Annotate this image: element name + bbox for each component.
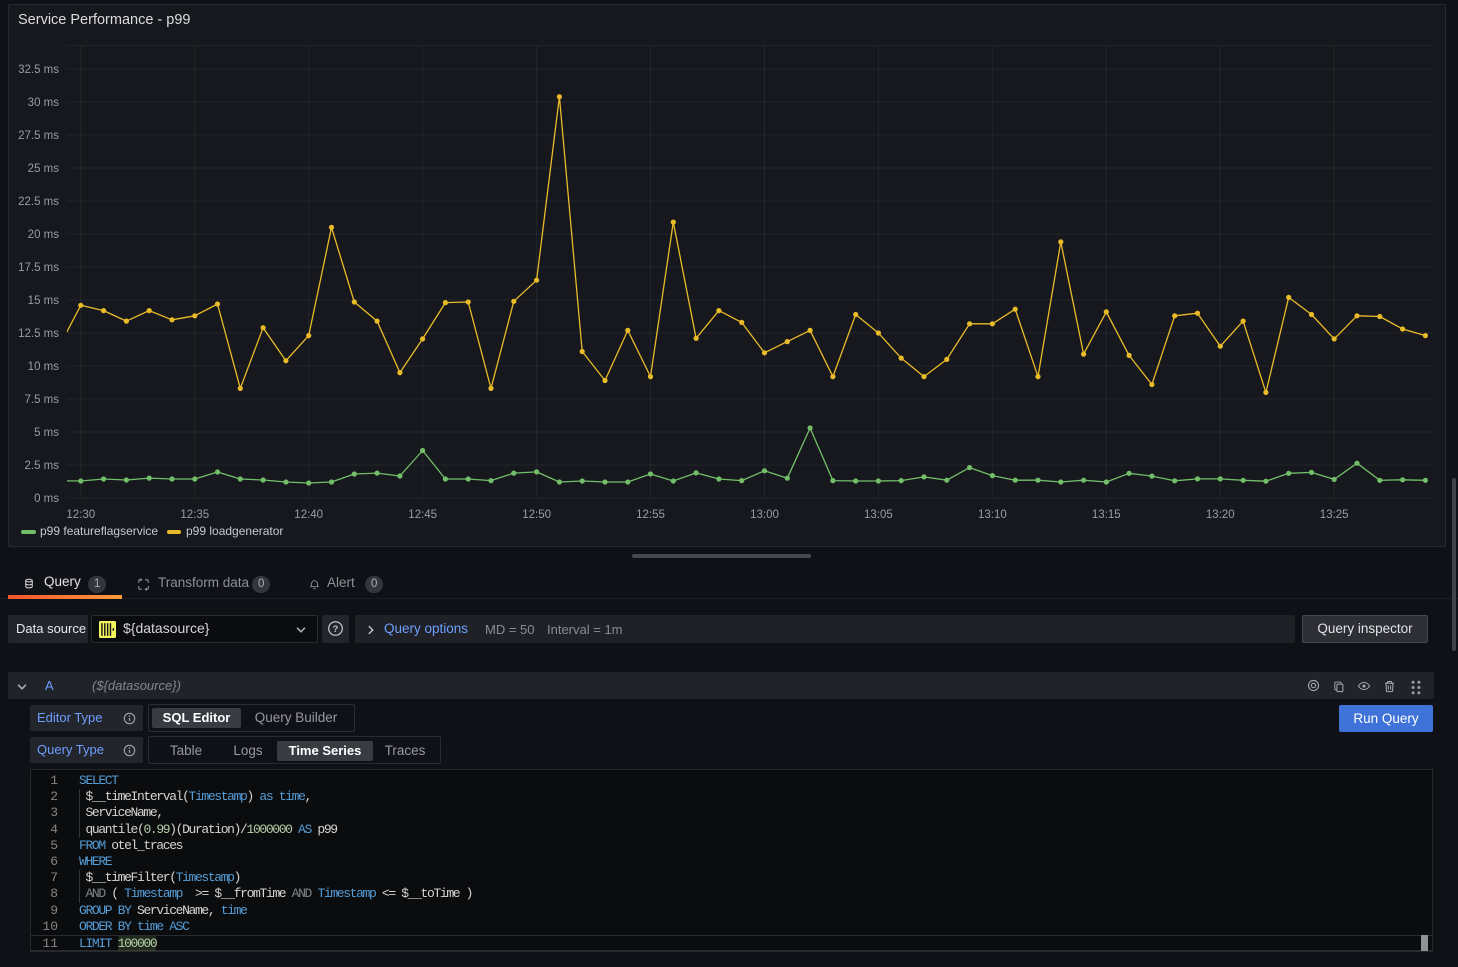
svg-text:13:00: 13:00 [750,509,779,521]
svg-text:30 ms: 30 ms [28,97,60,109]
svg-text:12:40: 12:40 [294,509,323,521]
svg-text:12:45: 12:45 [408,509,437,521]
svg-text:20 ms: 20 ms [28,229,60,241]
svg-text:27.5 ms: 27.5 ms [18,130,59,142]
svg-text:12:35: 12:35 [180,509,209,521]
svg-text:25 ms: 25 ms [28,163,60,175]
svg-text:12.5 ms: 12.5 ms [18,328,59,340]
svg-text:10 ms: 10 ms [28,361,60,373]
svg-text:?: ? [333,624,339,635]
svg-text:7.5 ms: 7.5 ms [24,394,59,406]
svg-text:13:25: 13:25 [1320,509,1349,521]
svg-text:22.5 ms: 22.5 ms [18,196,59,208]
svg-text:13:10: 13:10 [978,509,1007,521]
svg-text:0 ms: 0 ms [34,493,59,505]
svg-text:17.5 ms: 17.5 ms [18,262,59,274]
svg-text:2.5 ms: 2.5 ms [24,460,59,472]
svg-text:13:20: 13:20 [1206,509,1235,521]
svg-text:12:55: 12:55 [636,509,665,521]
svg-text:15 ms: 15 ms [28,295,60,307]
svg-text:13:15: 13:15 [1092,509,1121,521]
svg-text:13:05: 13:05 [864,509,893,521]
svg-text:32.5 ms: 32.5 ms [18,64,59,76]
svg-text:12:50: 12:50 [522,509,551,521]
svg-text:5 ms: 5 ms [34,427,59,439]
svg-text:12:30: 12:30 [66,509,95,521]
